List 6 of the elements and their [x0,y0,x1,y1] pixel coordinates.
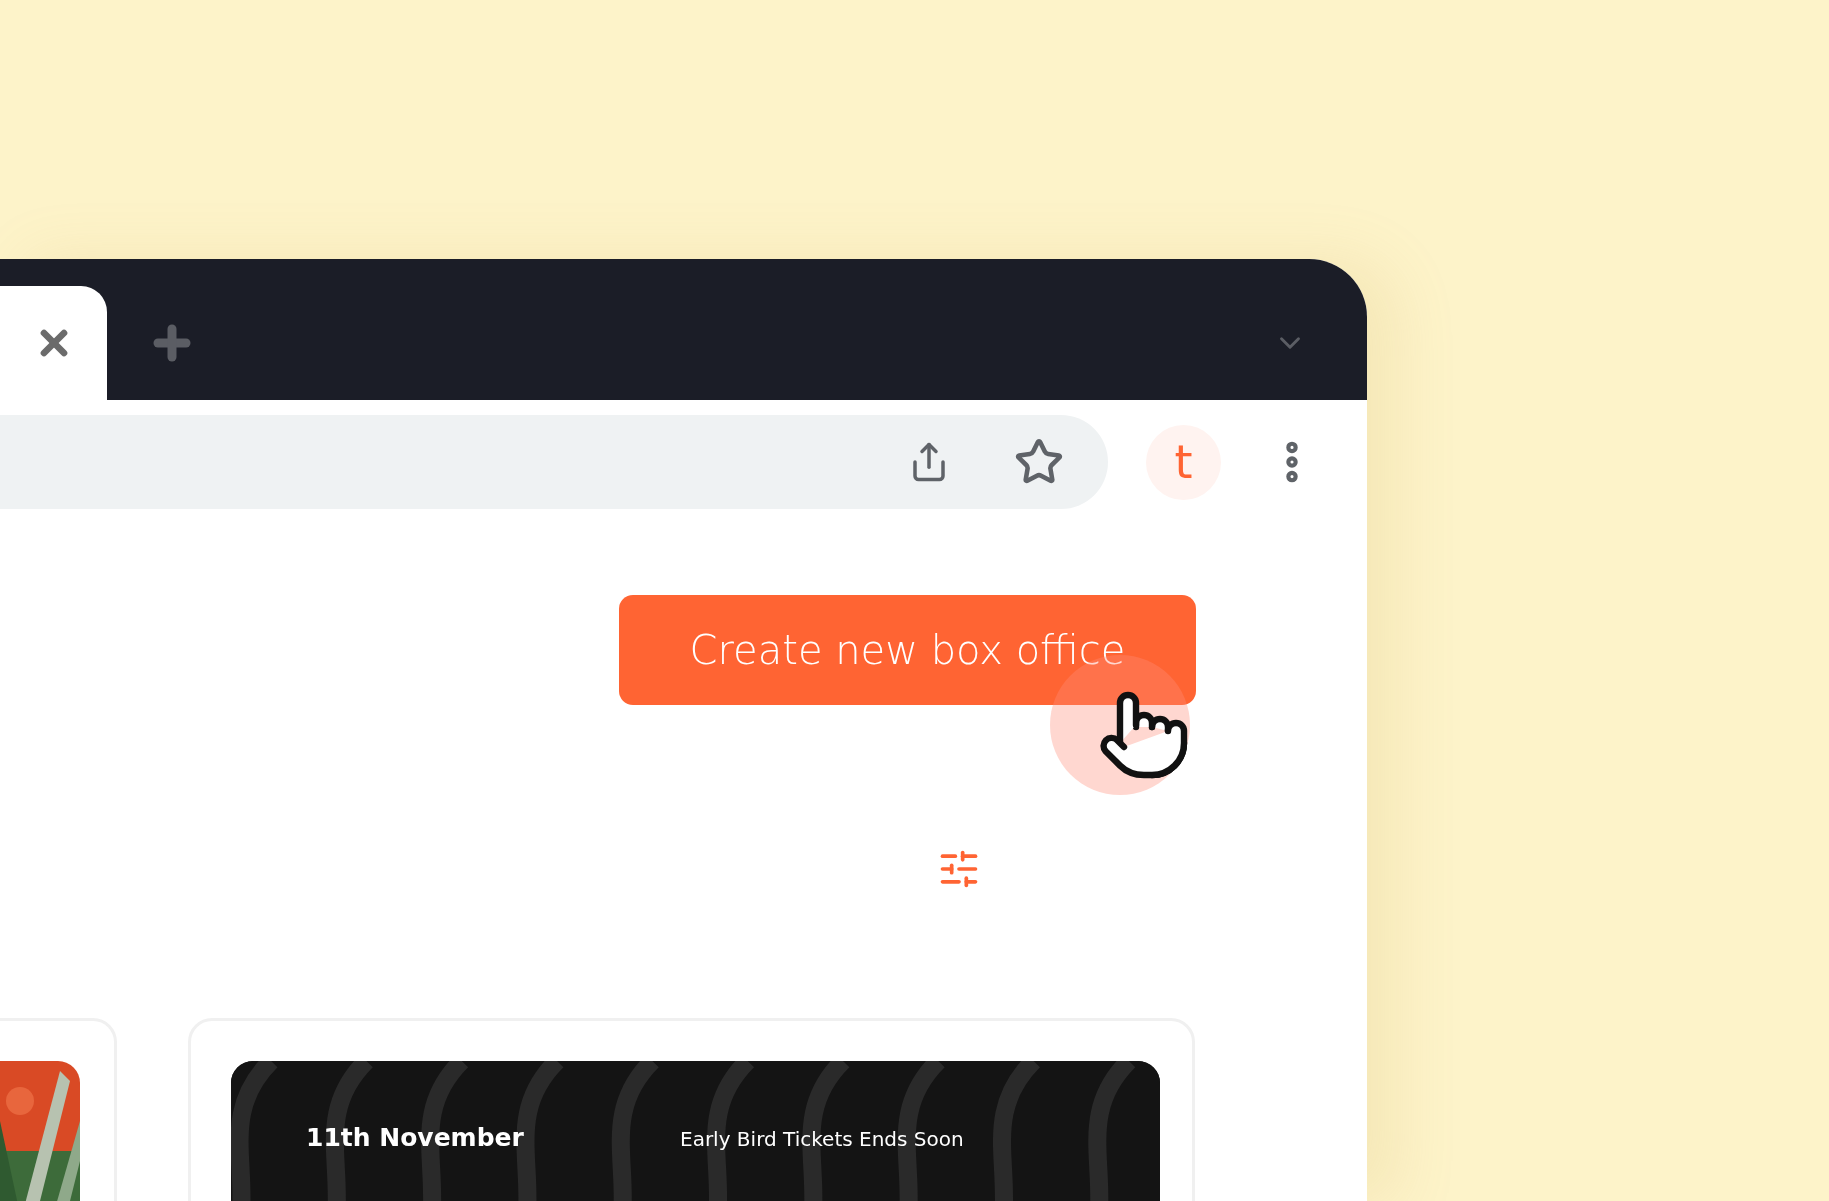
event-date: 11th November [306,1123,525,1152]
event-card[interactable] [0,1018,117,1201]
event-note: Early Bird Tickets Ends Soon [680,1126,964,1152]
event-card[interactable]: 11th November Early Bird Tickets Ends Soon [188,1018,1195,1201]
profile-avatar[interactable]: t [1146,424,1221,500]
create-box-office-button[interactable]: Create new box office [619,595,1196,705]
